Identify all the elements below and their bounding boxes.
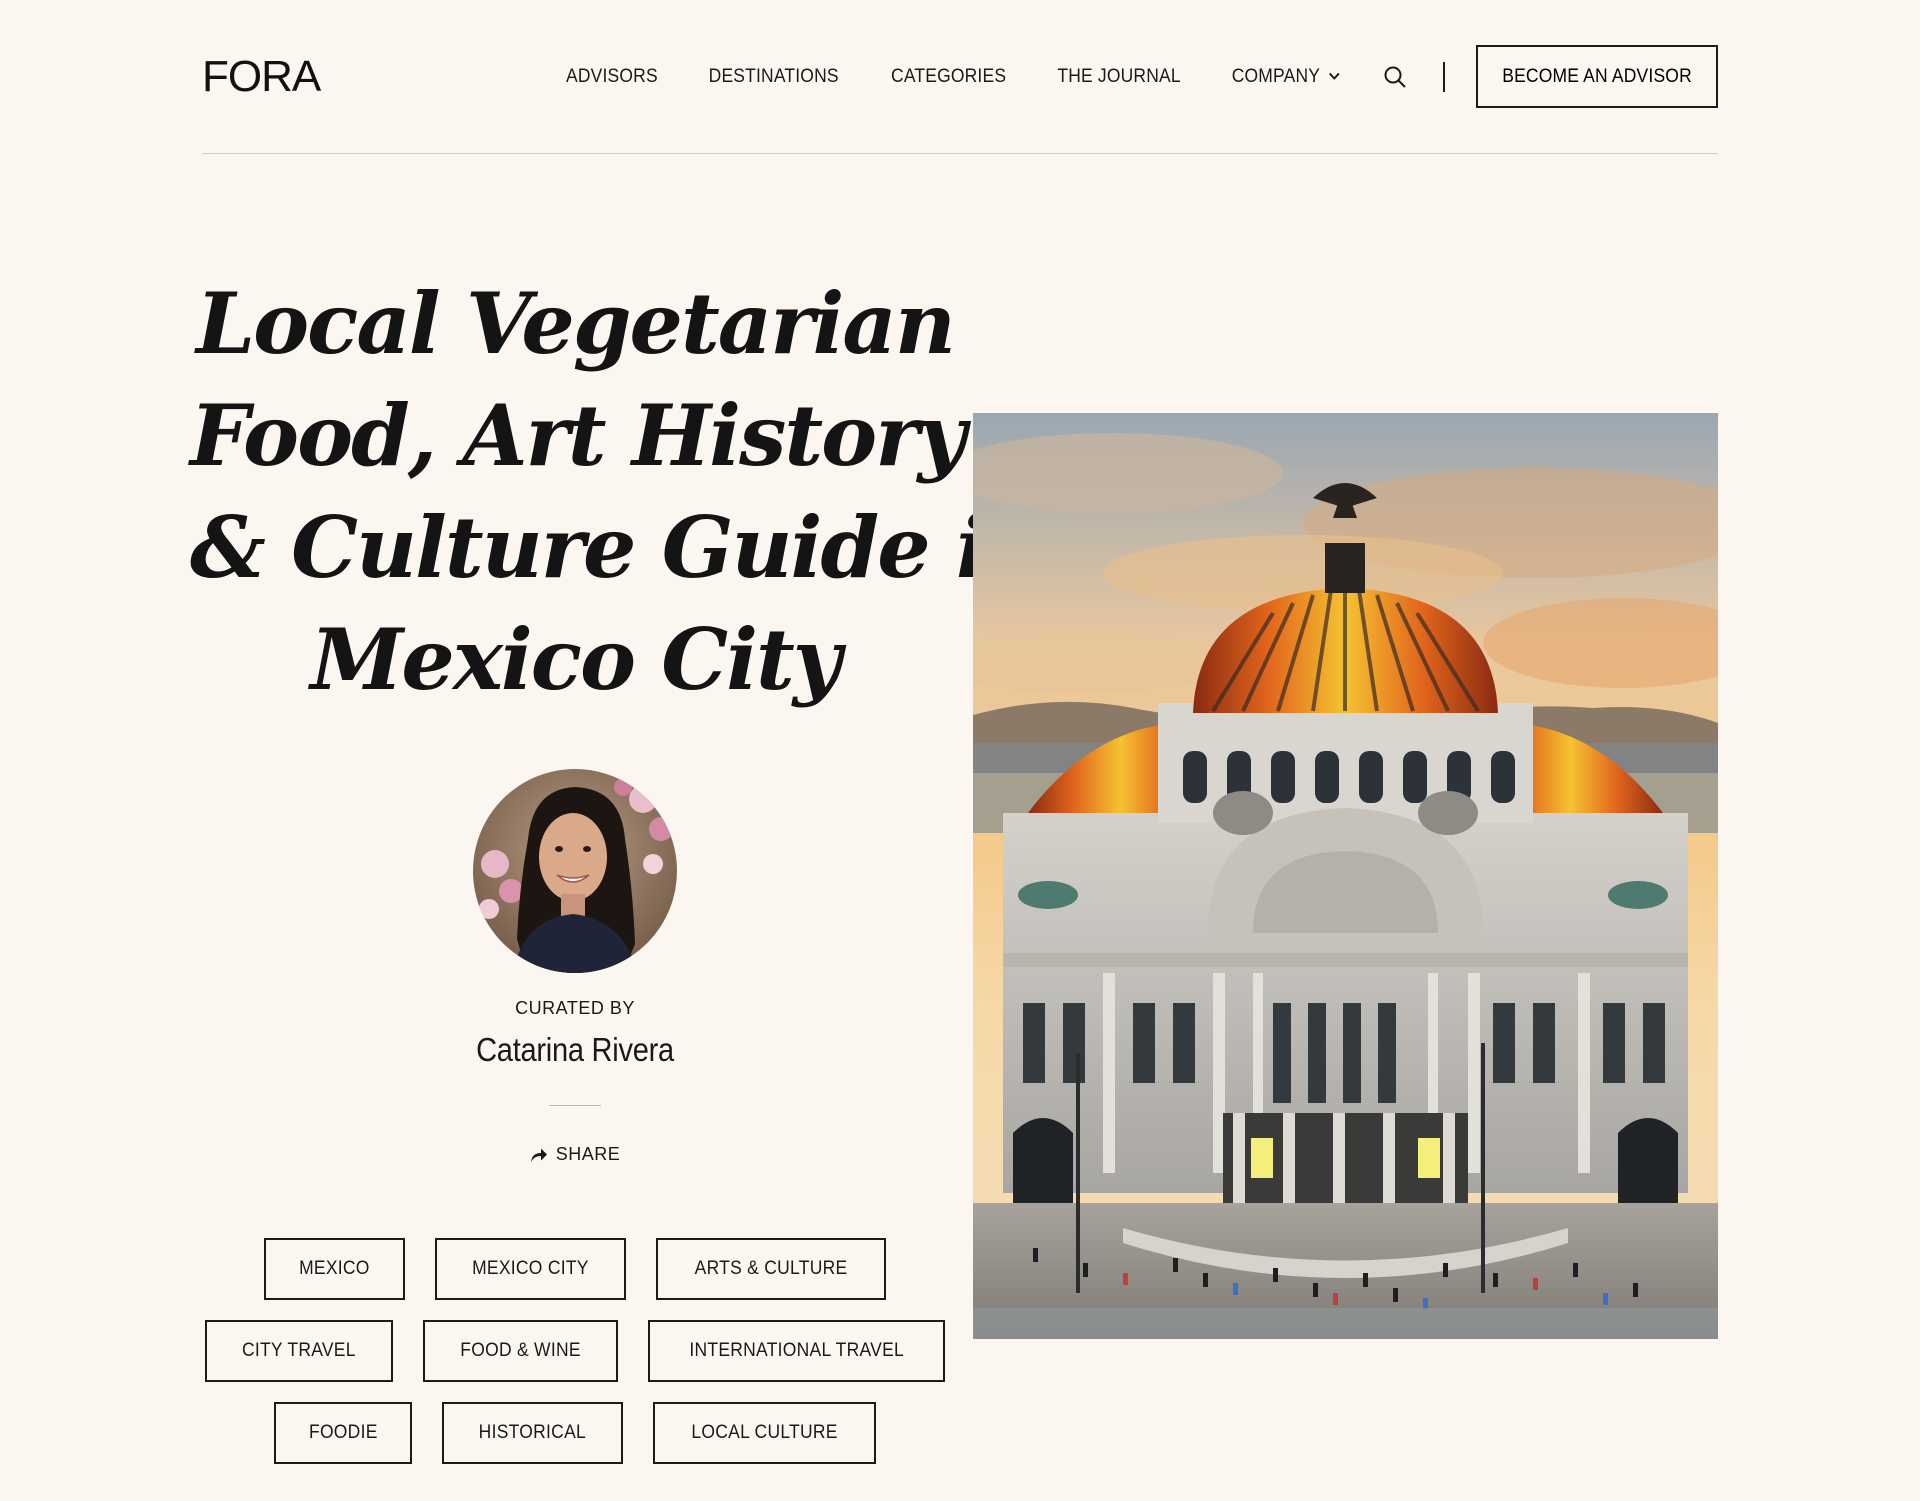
tag-label: HISTORICAL <box>479 1422 587 1443</box>
nav-advisors-label: ADVISORS <box>566 65 659 87</box>
nav-the-journal[interactable]: THE JOURNAL <box>1057 66 1180 88</box>
nav-advisors[interactable]: ADVISORS <box>566 66 658 88</box>
nav-company-dropdown[interactable]: COMPANY <box>1232 66 1341 88</box>
search-icon[interactable] <box>1383 65 1407 89</box>
nav-destinations[interactable]: DESTINATIONS <box>709 66 839 88</box>
header-divider <box>202 153 1718 154</box>
article-title-line-4: Mexico City <box>310 610 841 709</box>
share-label: SHARE <box>555 1144 621 1164</box>
nav-destinations-label: DESTINATIONS <box>708 65 839 87</box>
tag-foodie[interactable]: FOODIE <box>273 1402 413 1464</box>
share-button[interactable]: SHARE <box>474 1144 676 1165</box>
tag-local-culture[interactable]: LOCAL CULTURE <box>653 1402 877 1464</box>
tag-historical[interactable]: HISTORICAL <box>442 1402 624 1464</box>
article-title-line-2: Food, Art History <box>190 386 966 485</box>
tag-label: FOOD & WINE <box>459 1340 581 1361</box>
tag-label: MEXICO CITY <box>471 1258 589 1279</box>
main-nav: ADVISORS DESTINATIONS CATEGORIES THE JOU… <box>562 45 1718 108</box>
tag-international-travel[interactable]: INTERNATIONAL TRAVEL <box>647 1320 946 1382</box>
tag-food-wine[interactable]: FOOD & WINE <box>422 1320 618 1382</box>
tag-row: FOODIE HISTORICAL LOCAL CULTURE <box>210 1402 940 1464</box>
tag-label: FOODIE <box>308 1422 378 1443</box>
nav-divider <box>1443 61 1445 92</box>
site-header: FORA ADVISORS DESTINATIONS CATEGORIES TH… <box>202 45 1718 108</box>
curated-by-label: CURATED BY <box>515 998 635 1018</box>
tag-label: LOCAL CULTURE <box>691 1422 838 1443</box>
curator-divider <box>549 1105 601 1106</box>
nav-categories-label: CATEGORIES <box>890 65 1006 87</box>
tag-label: CITY TRAVEL <box>241 1340 356 1361</box>
share-arrow-icon <box>530 1148 547 1162</box>
chevron-down-icon <box>1328 72 1340 81</box>
article-title-line-3: & Culture Guide in <box>190 498 1047 597</box>
curator-avatar <box>473 769 677 973</box>
tag-city-travel[interactable]: CITY TRAVEL <box>204 1320 393 1382</box>
tag-mexico-city[interactable]: MEXICO CITY <box>434 1238 626 1300</box>
become-an-advisor-button[interactable]: BECOME AN ADVISOR <box>1476 45 1718 108</box>
article-title: Local Vegetarian Food, Art History & Cul… <box>190 268 1047 716</box>
tag-label: MEXICO <box>299 1258 370 1279</box>
nav-the-journal-label: THE JOURNAL <box>1057 65 1181 87</box>
tag-label: ARTS & CULTURE <box>694 1258 848 1279</box>
nav-company-label: COMPANY <box>1231 65 1321 87</box>
tag-label: INTERNATIONAL TRAVEL <box>689 1340 904 1361</box>
tag-mexico[interactable]: MEXICO <box>264 1238 405 1300</box>
tag-list: MEXICO MEXICO CITY ARTS & CULTURE CITY T… <box>204 1238 946 1484</box>
become-an-advisor-label: BECOME AN ADVISOR <box>1502 65 1692 87</box>
article-title-line-1: Local Vegetarian <box>196 274 956 373</box>
tag-row: MEXICO MEXICO CITY ARTS & CULTURE <box>210 1238 940 1300</box>
fora-logo[interactable]: FORA <box>202 52 321 102</box>
tag-row: CITY TRAVEL FOOD & WINE INTERNATIONAL TR… <box>204 1320 946 1382</box>
hero-image-palacio-bellas-artes <box>973 413 1718 1339</box>
tag-arts-culture[interactable]: ARTS & CULTURE <box>655 1238 886 1300</box>
nav-categories[interactable]: CATEGORIES <box>891 66 1006 88</box>
curator-name[interactable]: Catarina Rivera <box>398 1031 752 1069</box>
